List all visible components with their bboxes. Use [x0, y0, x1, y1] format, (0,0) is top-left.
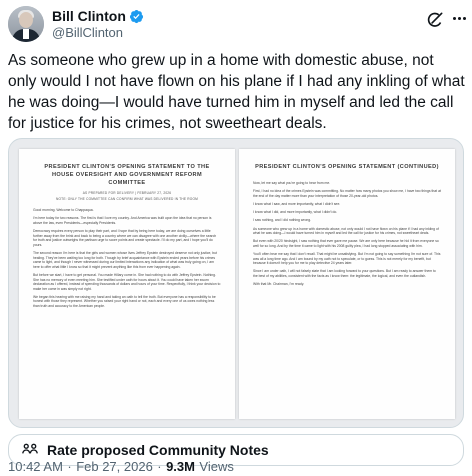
tweet-image[interactable]: PRESIDENT CLINTON'S OPENING STATEMENT TO…: [8, 138, 464, 428]
paragraph: We began this hearing with me raising my…: [33, 294, 216, 309]
paragraph: The second reason I'm here is that the g…: [33, 250, 217, 269]
paragraph: I saw nothing, and I did nothing wrong.: [253, 218, 312, 223]
page-body: Now, let me say what you're going to hea…: [239, 181, 455, 287]
community-notes-label: Rate proposed Community Notes: [47, 442, 269, 458]
community-notes-icon: [22, 443, 38, 454]
paragraph: But even with 20/20 hindsight, I saw not…: [253, 239, 439, 248]
paragraph: Since I am under oath, I will not falsel…: [253, 269, 436, 279]
verified-badge-icon: [129, 9, 143, 24]
page-subtitle: AS PREPARED FOR DELIVERY | FEBRUARY 27, …: [82, 191, 172, 195]
paragraph: I'm here today for two reasons. The firs…: [33, 216, 212, 225]
paragraph: Democracy requires every person to play …: [33, 228, 217, 247]
avatar[interactable]: [8, 6, 44, 42]
tweet-header: Bill Clinton @BillClinton: [8, 4, 466, 44]
paragraph: First, I had no idea of the crimes Epste…: [253, 189, 441, 198]
dot: [452, 16, 456, 20]
page-title: PRESIDENT CLINTON'S OPENING STATEMENT (C…: [255, 164, 439, 170]
avatar-shirt: [23, 29, 29, 39]
tweet-time[interactable]: 10:42 AM: [8, 459, 63, 474]
dot: [457, 16, 461, 20]
user-handle[interactable]: @BillClinton: [52, 25, 123, 41]
more-options-icon[interactable]: [449, 8, 469, 28]
paragraph: With that Mr. Chairman, I'm ready.: [253, 282, 305, 287]
paragraph: You'll often hear me say that I don't re…: [253, 252, 441, 266]
paragraph: Now, let me say what you're going to hea…: [253, 181, 331, 185]
avatar-face: [19, 12, 33, 28]
tweet-meta: 10:42 AM · Feb 27, 2026 · 9.3M Views: [8, 458, 464, 476]
grok-icon[interactable]: [425, 10, 445, 30]
views-count[interactable]: 9.3M: [166, 459, 195, 474]
paragraph: I know what I did, and more importantly,…: [253, 210, 338, 215]
display-name[interactable]: Bill Clinton: [52, 8, 126, 25]
name-row: Bill Clinton: [52, 8, 144, 25]
paragraph: I know what I saw, and more importantly,…: [253, 201, 341, 206]
statement-page-left: PRESIDENT CLINTON'S OPENING STATEMENT TO…: [19, 149, 235, 419]
paragraph: As someone who grew up in a home with do…: [253, 226, 439, 236]
paragraph: But before we start, I have to get perso…: [33, 272, 221, 291]
dot: [462, 16, 466, 20]
page-note: NOTE: ONLY THE COMMITTEE CAN CONFIRM WHA…: [55, 197, 199, 201]
views-label: Views: [199, 459, 234, 474]
statement-page-right: PRESIDENT CLINTON'S OPENING STATEMENT (C…: [239, 149, 455, 419]
paragraph: Good morning. Welcome to Chappaqua.: [33, 208, 94, 212]
tweet-date[interactable]: Feb 27, 2026: [76, 459, 153, 474]
page-body: Good morning. Welcome to Chappaqua. I'm …: [19, 208, 235, 309]
meta-separator: ·: [157, 459, 162, 474]
meta-separator: ·: [67, 459, 72, 474]
tweet-text: As someone who grew up in a home with do…: [8, 52, 465, 132]
page-title: PRESIDENT CLINTON'S OPENING STATEMENT TO…: [44, 164, 210, 186]
